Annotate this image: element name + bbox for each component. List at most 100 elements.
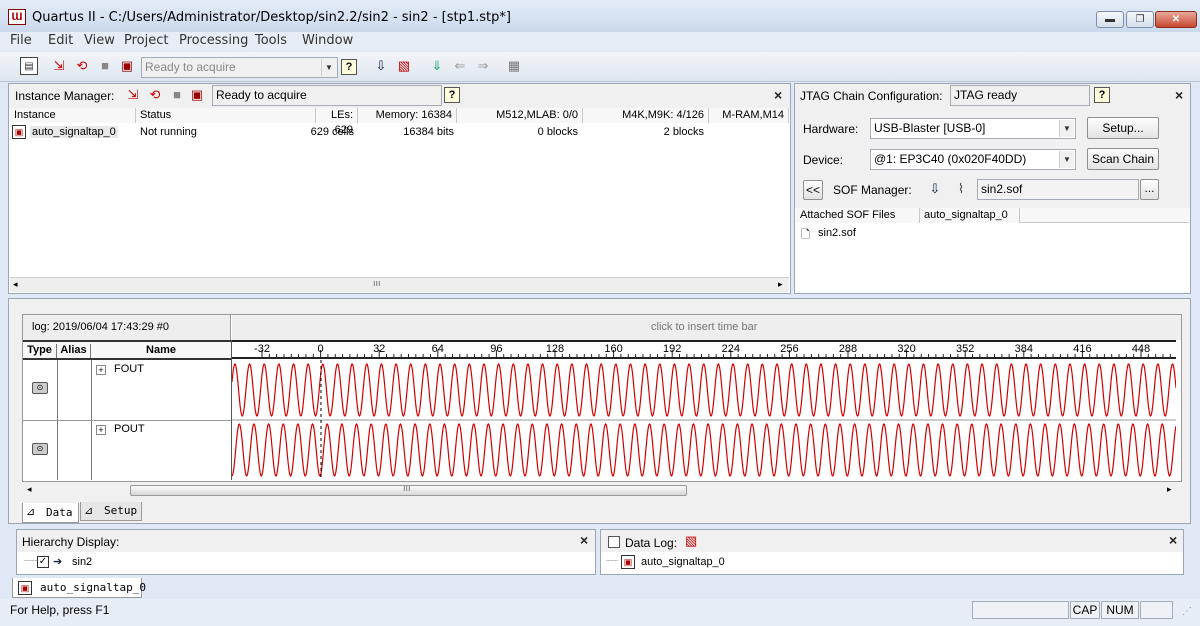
ruler-tick-label: 160	[604, 343, 622, 355]
close-icon[interactable]: ×	[774, 87, 782, 103]
menu-project[interactable]: Project	[124, 33, 168, 48]
instance-m4k: 2 blocks	[663, 126, 704, 138]
hierarchy-item[interactable]: sin2	[72, 556, 92, 568]
autorun-icon[interactable]: ⇲	[50, 57, 68, 75]
data-log-item[interactable]: auto_signaltap_0	[641, 556, 725, 568]
autorun-icon[interactable]: ⇲	[124, 86, 142, 104]
menu-file[interactable]: File	[10, 33, 32, 48]
tab-data[interactable]: ⊿ Data	[22, 503, 79, 523]
data-log-checkbox[interactable]	[608, 536, 620, 548]
run-icon[interactable]: ⟲	[73, 57, 91, 75]
grid-icon[interactable]: ▦	[505, 57, 523, 75]
jtag-status-value: JTAG ready	[954, 88, 1018, 102]
stop-icon[interactable]: ■	[96, 57, 114, 75]
browse-button[interactable]: ...	[1140, 179, 1159, 200]
instance-les: 629 cells	[310, 126, 354, 138]
expand-icon[interactable]: +	[96, 365, 106, 375]
tab-setup[interactable]: ⊿ Setup	[80, 502, 142, 521]
scroll-left-icon[interactable]: ◂	[27, 484, 32, 495]
program-icon[interactable]: ⇩	[372, 57, 390, 75]
scroll-right-icon[interactable]: ▸	[778, 279, 783, 290]
close-icon[interactable]: ×	[1169, 532, 1177, 548]
read-data-icon[interactable]: ▣	[188, 86, 206, 104]
wave-pout[interactable]	[232, 423, 1176, 477]
attached-file[interactable]: sin2.sof	[818, 227, 856, 239]
col-attached-instance[interactable]: auto_signaltap_0	[920, 208, 1020, 223]
instance-icon: ▣	[18, 581, 32, 595]
scroll-grip-icon[interactable]: ııı	[373, 278, 381, 288]
status-combo[interactable]: Ready to acquire ▼	[141, 57, 338, 78]
instance-scrollbar[interactable]: ◂ ııı ▸	[10, 277, 789, 292]
signal-row-fout[interactable]: ⊙ + FOUT	[23, 360, 231, 420]
close-icon[interactable]: ×	[1175, 87, 1183, 103]
scan-chain-button[interactable]: Scan Chain	[1087, 148, 1159, 170]
close-window-button[interactable]: ✕	[1155, 11, 1197, 28]
instance-status: Not running	[140, 126, 197, 138]
sof-icon[interactable]: ▧	[395, 57, 413, 75]
menu-window[interactable]: Window	[302, 33, 353, 48]
read-data-icon[interactable]: ▣	[118, 57, 136, 75]
col-alias[interactable]: Alias	[57, 344, 91, 358]
status-num: NUM	[1101, 601, 1139, 619]
download-icon[interactable]: ⇓	[428, 57, 446, 75]
help-icon[interactable]: ?	[444, 87, 460, 103]
ruler-tick-label: 64	[432, 343, 444, 355]
menu-tools[interactable]: Tools	[255, 33, 287, 48]
menu-processing[interactable]: Processing	[179, 33, 248, 48]
help-icon[interactable]: ?	[341, 59, 357, 75]
help-icon[interactable]: ?	[1094, 87, 1110, 103]
col-type[interactable]: Type	[23, 344, 57, 358]
table-row[interactable]: ▣ auto_signaltap_0 Not running 629 cells…	[10, 124, 789, 141]
col-m4k[interactable]: M4K,M9K: 4/126	[583, 108, 709, 123]
setup-icon[interactable]: ▤	[20, 57, 38, 75]
expand-icon[interactable]: +	[96, 425, 106, 435]
scroll-left-icon[interactable]: ◂	[13, 279, 18, 290]
chevron-down-icon[interactable]: ▼	[321, 59, 336, 76]
back-icon[interactable]: ⇐	[451, 57, 469, 75]
data-log-icon[interactable]: ▧	[685, 533, 697, 549]
col-mram[interactable]: M-RAM,M14	[709, 108, 789, 123]
run-icon[interactable]: ⟲	[146, 86, 164, 104]
paperclip-icon[interactable]: ⌇	[952, 180, 970, 198]
minimize-button[interactable]: ▬	[1096, 11, 1124, 28]
signal-row-pout[interactable]: ⊙ + POUT	[23, 420, 231, 480]
waveform-canvas[interactable]: -32 0 32 64 96 128 160 192 224 256 288 320 352 384 416…	[232, 340, 1176, 480]
col-instance[interactable]: Instance	[10, 108, 136, 123]
ruler-tick-label: 32	[373, 343, 385, 355]
signal-columns-header: Type Alias Name	[23, 340, 231, 360]
device-select[interactable]: @1: EP3C40 (0x020F40DD) ▼	[870, 149, 1076, 170]
col-status[interactable]: Status	[136, 108, 316, 123]
ruler-tick-label: 256	[780, 343, 798, 355]
hierarchy-checkbox[interactable]: ✓	[37, 556, 49, 568]
hardware-select[interactable]: USB-Blaster [USB-0] ▼	[870, 118, 1076, 139]
program-icon[interactable]: ⇩	[926, 180, 944, 198]
col-m512[interactable]: M512,MLAB: 0/0	[457, 108, 583, 123]
instance-m512: 0 blocks	[537, 126, 578, 138]
col-les[interactable]: LEs: 629	[316, 108, 358, 136]
setup-button[interactable]: Setup...	[1087, 117, 1159, 139]
wave-fout[interactable]	[232, 363, 1176, 417]
waveform-scrollbar[interactable]: ◂ ııı ▸	[23, 483, 1181, 498]
col-memory[interactable]: Memory: 16384	[358, 108, 457, 123]
ruler-tick-label: 384	[1015, 343, 1033, 355]
maximize-button[interactable]: ❐	[1126, 11, 1154, 28]
window-title: Quartus II - C:/Users/Administrator/Desk…	[32, 10, 511, 25]
close-icon[interactable]: ×	[580, 532, 588, 548]
col-name[interactable]: Name	[91, 344, 231, 356]
forward-icon[interactable]: ⇒	[474, 57, 492, 75]
menu-edit[interactable]: Edit	[48, 33, 73, 48]
scroll-right-icon[interactable]: ▸	[1167, 484, 1172, 495]
stop-icon[interactable]: ■	[168, 86, 186, 104]
chevron-down-icon[interactable]: ▼	[1059, 120, 1074, 137]
sof-file-field[interactable]: sin2.sof	[977, 179, 1139, 200]
instance-memory: 16384 bits	[403, 126, 454, 138]
menu-view[interactable]: View	[84, 33, 115, 48]
insert-time-bar-hint: click to insert time bar	[651, 321, 758, 333]
instance-tab[interactable]: ▣ auto_signaltap_0	[12, 578, 146, 598]
collapse-button[interactable]: <<	[803, 180, 823, 200]
resize-grip-icon[interactable]: ⋰	[1182, 606, 1192, 617]
col-attached-sof[interactable]: Attached SOF Files	[796, 208, 920, 223]
scroll-grip-icon[interactable]: ııı	[403, 483, 411, 493]
status-combo-value: Ready to acquire	[145, 60, 236, 74]
chevron-down-icon[interactable]: ▼	[1059, 151, 1074, 168]
